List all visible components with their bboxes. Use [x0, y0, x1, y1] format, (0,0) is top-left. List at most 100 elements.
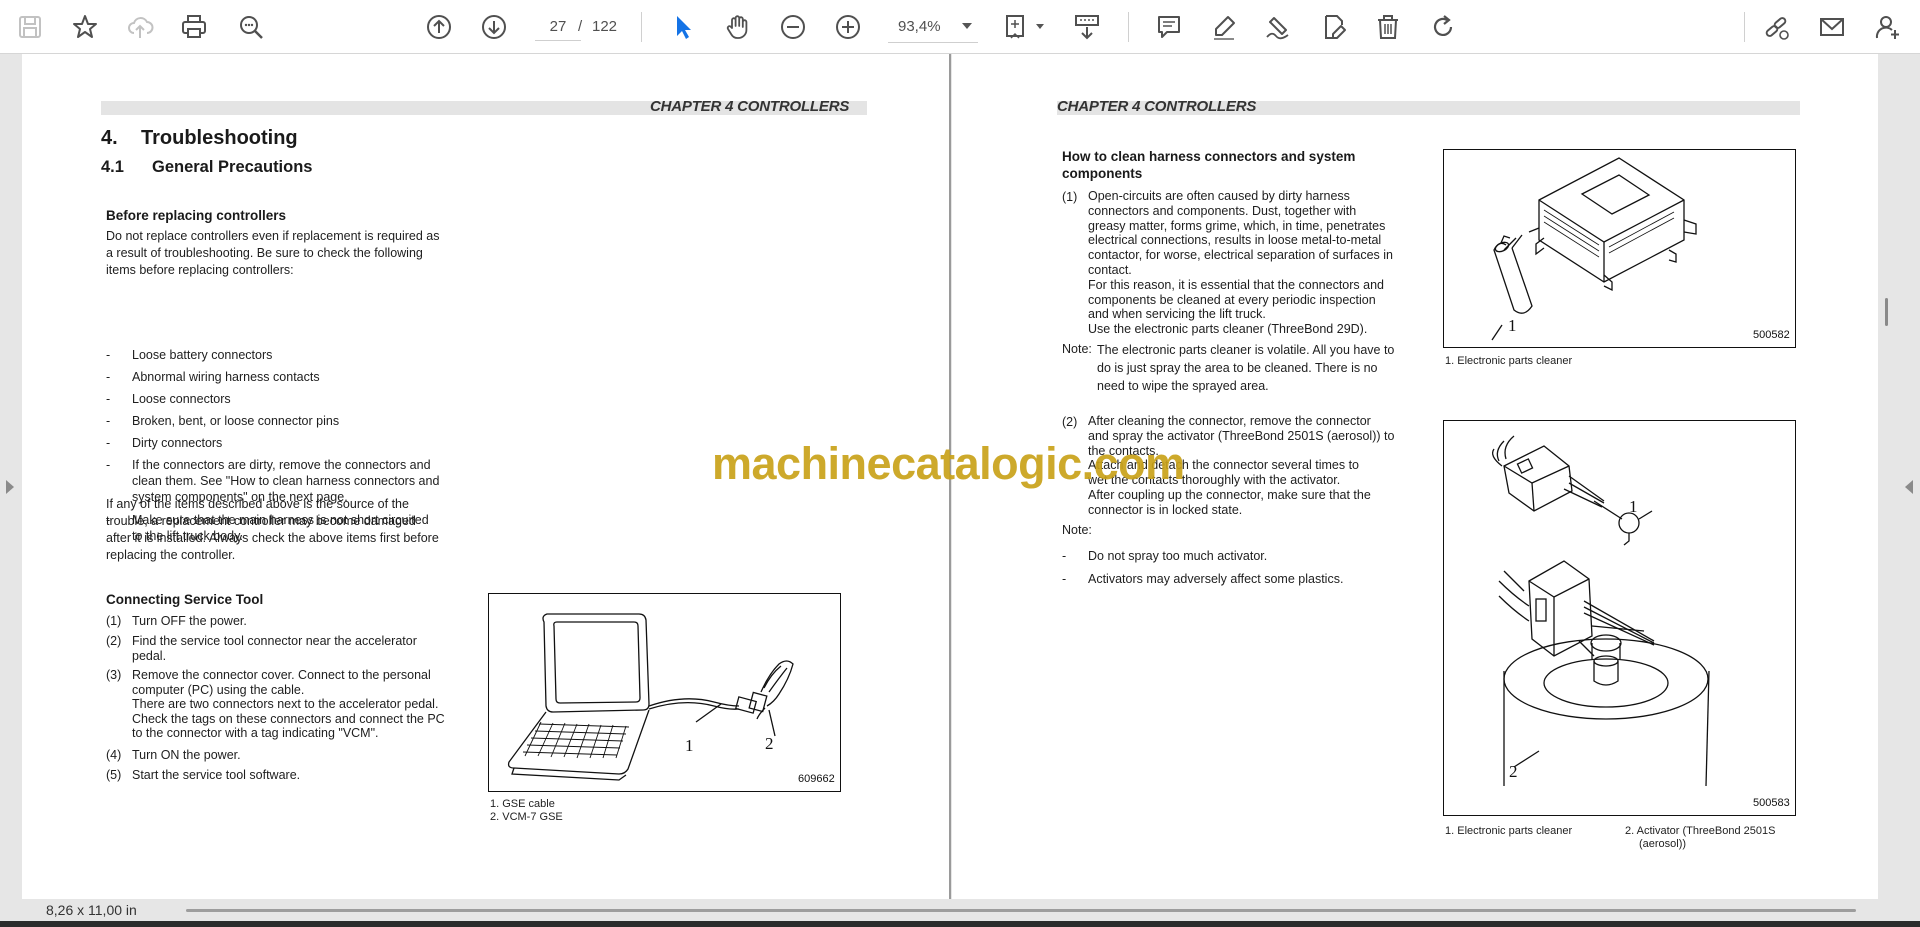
- figure-number: 609662: [798, 773, 835, 785]
- callout-1: 1: [1629, 497, 1638, 516]
- step-number: (4): [106, 748, 122, 762]
- chapter-title: CHAPTER 4 CONTROLLERS: [1057, 98, 1257, 115]
- bullet-text: Dirty connectors: [132, 436, 223, 450]
- vertical-scrollbar[interactable]: [1885, 298, 1888, 326]
- watermark: machinecatalogic.com: [712, 438, 1185, 489]
- chevron-down-icon: [962, 23, 972, 29]
- hand-tool-icon[interactable]: [720, 9, 756, 45]
- zoom-out-icon[interactable]: [775, 9, 811, 45]
- figure-number: 500582: [1753, 329, 1790, 341]
- sign-pen-icon[interactable]: [1260, 9, 1296, 45]
- bullet-mark: -: [106, 436, 111, 450]
- note-label: Note:: [1062, 342, 1092, 356]
- step-number: (3): [106, 668, 122, 682]
- toolbar: / 122 93,4%: [0, 0, 1920, 54]
- note-text: The electronic parts cleaner is volatile…: [1097, 343, 1395, 393]
- next-page-icon[interactable]: [476, 9, 512, 45]
- previous-page-arrow-icon[interactable]: [6, 480, 14, 494]
- callout-1: 1: [685, 736, 694, 755]
- bullet-text: Loose connectors: [132, 392, 231, 406]
- step-number: (5): [106, 768, 122, 782]
- zoom-value: 93,4%: [898, 18, 941, 35]
- toolbar-separator: [641, 12, 642, 42]
- figure-caption: 1. Electronic parts cleaner: [1445, 825, 1573, 837]
- select-cursor-icon[interactable]: [665, 9, 701, 45]
- item-number: (1): [1062, 190, 1078, 204]
- status-bar: 8,26 x 11,00 in: [0, 899, 1920, 921]
- zoom-in-icon[interactable]: [830, 9, 866, 45]
- subsection-heading: General Precautions: [152, 158, 313, 176]
- step-number: (1): [106, 614, 122, 628]
- zoom-select[interactable]: 93,4%: [888, 13, 978, 43]
- bookmark-star-icon[interactable]: [67, 9, 103, 45]
- zoom-marquee-icon[interactable]: [233, 9, 269, 45]
- delete-icon[interactable]: [1370, 9, 1406, 45]
- callout-1: 1: [1508, 316, 1517, 335]
- bullet-mark: -: [106, 458, 111, 472]
- paragraph: Open-circuits are often caused by dirty …: [1088, 189, 1394, 337]
- toolbar-separator: [1744, 12, 1745, 42]
- rotate-icon[interactable]: [1425, 9, 1461, 45]
- figure-laptop: 1 2 609662: [488, 593, 841, 792]
- toolbar-separator: [1128, 12, 1129, 42]
- email-icon[interactable]: [1814, 9, 1850, 45]
- next-page-arrow-icon[interactable]: [1905, 480, 1913, 494]
- page-separator: /: [578, 18, 583, 35]
- item-number: (2): [1062, 415, 1078, 429]
- bullet-text: Abnormal wiring harness contacts: [132, 370, 320, 384]
- page-number-input[interactable]: [535, 13, 581, 41]
- page-size-label: 8,26 x 11,00 in: [46, 902, 137, 918]
- figure-caption: 1. Electronic parts cleaner: [1445, 355, 1573, 367]
- bullet-mark: -: [106, 392, 111, 406]
- note-label: Note:: [1062, 523, 1092, 537]
- pdf-viewer: / 122 93,4%: [0, 0, 1920, 927]
- bullet-mark: -: [1062, 572, 1067, 586]
- bullet-text: Broken, bent, or loose connector pins: [132, 414, 340, 428]
- figure-connector-activator: 1 2 500583: [1443, 420, 1796, 816]
- figure-controller-spray: 1 500582: [1443, 149, 1796, 348]
- page-fit-icon[interactable]: [998, 9, 1034, 45]
- section-heading: Troubleshooting: [141, 127, 298, 149]
- chevron-down-icon[interactable]: [1036, 24, 1044, 29]
- bullet-mark: -: [106, 348, 111, 362]
- controller-illustration: [1491, 157, 1697, 341]
- add-user-icon[interactable]: [1870, 9, 1906, 45]
- step-text: Find the service tool connector near the…: [132, 634, 417, 663]
- taskbar-edge: [0, 921, 1920, 927]
- paragraph: If any of the items described above is t…: [106, 497, 439, 562]
- figure-caption: 2. Activator (ThreeBond 2501S (aerosol)): [1625, 825, 1776, 850]
- callout-2: 2: [765, 734, 774, 753]
- previous-page-icon[interactable]: [421, 9, 457, 45]
- connector-activator-illustration: [1491, 435, 1710, 787]
- step-text: Turn ON the power.: [132, 748, 241, 762]
- bullet-text: Loose battery connectors: [132, 348, 273, 362]
- bullet-mark: -: [106, 370, 111, 384]
- edit-pdf-icon[interactable]: [1316, 9, 1352, 45]
- comment-icon[interactable]: [1151, 9, 1187, 45]
- save-icon[interactable]: [12, 9, 48, 45]
- step-number: (2): [106, 634, 122, 648]
- figure-number: 500583: [1753, 797, 1790, 809]
- print-icon[interactable]: [176, 9, 212, 45]
- sub-heading: How to clean harness connectors and syst…: [1062, 149, 1356, 181]
- sub-heading: Before replacing controllers: [106, 208, 287, 223]
- cloud-upload-icon[interactable]: [122, 9, 158, 45]
- highlight-pen-icon[interactable]: [1206, 9, 1242, 45]
- document-view[interactable]: CHAPTER 4 CONTROLLERS 4. Troubleshooting…: [0, 54, 1920, 899]
- total-pages: 122: [592, 18, 618, 35]
- step-text: Remove the connector cover. Connect to t…: [132, 668, 445, 740]
- bullet-mark: -: [1062, 549, 1067, 563]
- bullet-text: Activators may adversely affect some pla…: [1088, 572, 1344, 586]
- bullet-mark: -: [106, 414, 111, 428]
- share-link-icon[interactable]: [1758, 9, 1794, 45]
- paragraph: Do not replace controllers even if repla…: [106, 229, 440, 277]
- section-number: 4.: [101, 127, 118, 149]
- subsection-number: 4.1: [101, 158, 124, 176]
- scroll-mode-icon[interactable]: [1069, 9, 1105, 45]
- chapter-title: CHAPTER 4 CONTROLLERS: [650, 98, 850, 115]
- step-text: Start the service tool software.: [132, 768, 301, 782]
- horizontal-scrollbar[interactable]: [186, 909, 1856, 912]
- callout-2: 2: [1509, 762, 1518, 781]
- bullet-text: Do not spray too much activator.: [1088, 549, 1268, 563]
- laptop-illustration: [507, 613, 794, 781]
